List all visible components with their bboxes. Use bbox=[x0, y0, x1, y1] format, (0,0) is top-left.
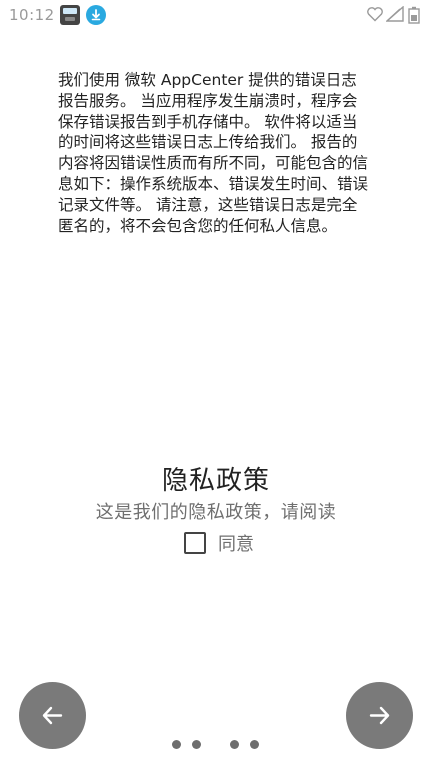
page-dot[interactable] bbox=[192, 740, 201, 749]
download-icon bbox=[86, 5, 106, 25]
battery-icon bbox=[408, 6, 420, 24]
app-notification-icon bbox=[60, 5, 80, 25]
status-time: 10:12 bbox=[9, 6, 55, 24]
back-button[interactable] bbox=[19, 682, 86, 749]
page-dot[interactable] bbox=[250, 740, 259, 749]
arrow-right-icon bbox=[369, 706, 390, 725]
next-button[interactable] bbox=[346, 682, 413, 749]
privacy-description: 我们使用 微软 AppCenter 提供的错误日志报告服务。 当应用程序发生崩溃… bbox=[58, 71, 369, 235]
status-right-icons bbox=[364, 6, 424, 26]
arrow-left-icon bbox=[42, 706, 63, 725]
page-subtitle: 这是我们的隐私政策，请阅读 bbox=[95, 502, 337, 523]
agree-label: 同意 bbox=[218, 534, 254, 555]
agree-checkbox[interactable] bbox=[184, 532, 206, 554]
signal-icon bbox=[386, 6, 404, 22]
page-dot[interactable] bbox=[230, 740, 239, 749]
page-dot[interactable] bbox=[172, 740, 181, 749]
status-bar: 10:12 bbox=[0, 0, 432, 30]
page-title: 隐私政策 bbox=[161, 466, 270, 496]
heart-icon bbox=[367, 7, 383, 22]
agree-row[interactable]: 同意 bbox=[184, 530, 254, 556]
